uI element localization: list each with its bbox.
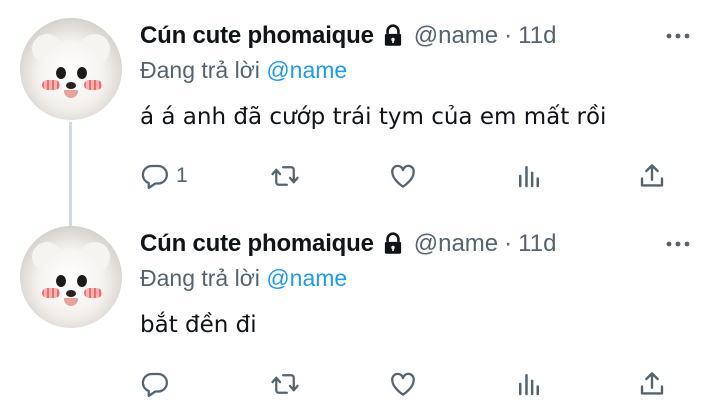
separator-dot: · bbox=[504, 22, 513, 49]
more-icon[interactable] bbox=[665, 236, 691, 250]
like-button[interactable] bbox=[388, 160, 418, 192]
replying-to: Đang trả lời @name bbox=[140, 57, 347, 84]
replying-to-mention[interactable]: @name bbox=[266, 57, 347, 83]
avatar-blush bbox=[84, 288, 102, 298]
views-button[interactable] bbox=[514, 160, 544, 192]
thread-connector-line bbox=[69, 122, 72, 227]
timestamp[interactable]: 11d bbox=[518, 230, 556, 258]
avatar-eye bbox=[56, 67, 66, 79]
retweet-button[interactable] bbox=[270, 160, 300, 192]
views-button[interactable] bbox=[514, 368, 544, 400]
avatar-blush bbox=[84, 80, 102, 90]
like-button[interactable] bbox=[388, 368, 418, 400]
display-name[interactable]: Cún cute phomaique bbox=[140, 230, 374, 258]
replying-to: Đang trả lời @name bbox=[140, 265, 347, 292]
avatar[interactable] bbox=[20, 226, 122, 328]
tweet-text: á á anh đã cướp trái tym của em mất rồi bbox=[140, 104, 607, 130]
share-button[interactable] bbox=[637, 368, 667, 400]
conversation-thread: Cún cute phomaique @name · 11d Đang trả … bbox=[0, 0, 720, 413]
replying-to-label: Đang trả lời bbox=[140, 265, 260, 291]
like-icon bbox=[391, 372, 415, 396]
avatar-eye bbox=[77, 67, 87, 79]
avatar-eye bbox=[56, 275, 66, 287]
views-icon bbox=[519, 374, 539, 396]
share-button[interactable] bbox=[637, 160, 667, 192]
avatar-eye bbox=[77, 275, 87, 287]
tweet-text: bắt đền đi bbox=[140, 312, 257, 338]
tweet-header: Cún cute phomaique @name · 11d bbox=[140, 230, 556, 258]
user-handle[interactable]: @name bbox=[414, 230, 498, 258]
reply-button[interactable] bbox=[140, 368, 176, 400]
separator-dot: · bbox=[504, 230, 513, 257]
reply-icon bbox=[141, 164, 168, 189]
replying-to-label: Đang trả lời bbox=[140, 57, 260, 83]
tweet-actions: 1 bbox=[140, 160, 680, 192]
retweet-icon bbox=[271, 374, 299, 394]
user-handle[interactable]: @name bbox=[414, 22, 498, 50]
timestamp[interactable]: 11d bbox=[518, 22, 556, 50]
like-icon bbox=[391, 164, 415, 188]
lock-icon bbox=[380, 23, 406, 49]
avatar-blush bbox=[42, 288, 60, 298]
display-name[interactable]: Cún cute phomaique bbox=[140, 22, 374, 50]
reply-count: 1 bbox=[176, 164, 188, 187]
tweet-actions bbox=[140, 368, 680, 400]
views-icon bbox=[519, 166, 539, 188]
reply-button[interactable]: 1 bbox=[140, 160, 188, 192]
tweet-header: Cún cute phomaique @name · 11d bbox=[140, 22, 556, 50]
share-icon bbox=[640, 164, 664, 187]
retweet-button[interactable] bbox=[270, 368, 300, 400]
avatar-blush bbox=[42, 80, 60, 90]
lock-icon bbox=[380, 231, 406, 257]
share-icon bbox=[640, 372, 664, 395]
retweet-icon bbox=[271, 166, 299, 186]
reply-icon bbox=[141, 372, 168, 397]
replying-to-mention[interactable]: @name bbox=[266, 265, 347, 291]
avatar-nose bbox=[66, 82, 76, 89]
more-icon[interactable] bbox=[665, 28, 691, 42]
avatar-nose bbox=[66, 290, 76, 297]
avatar[interactable] bbox=[20, 18, 122, 120]
